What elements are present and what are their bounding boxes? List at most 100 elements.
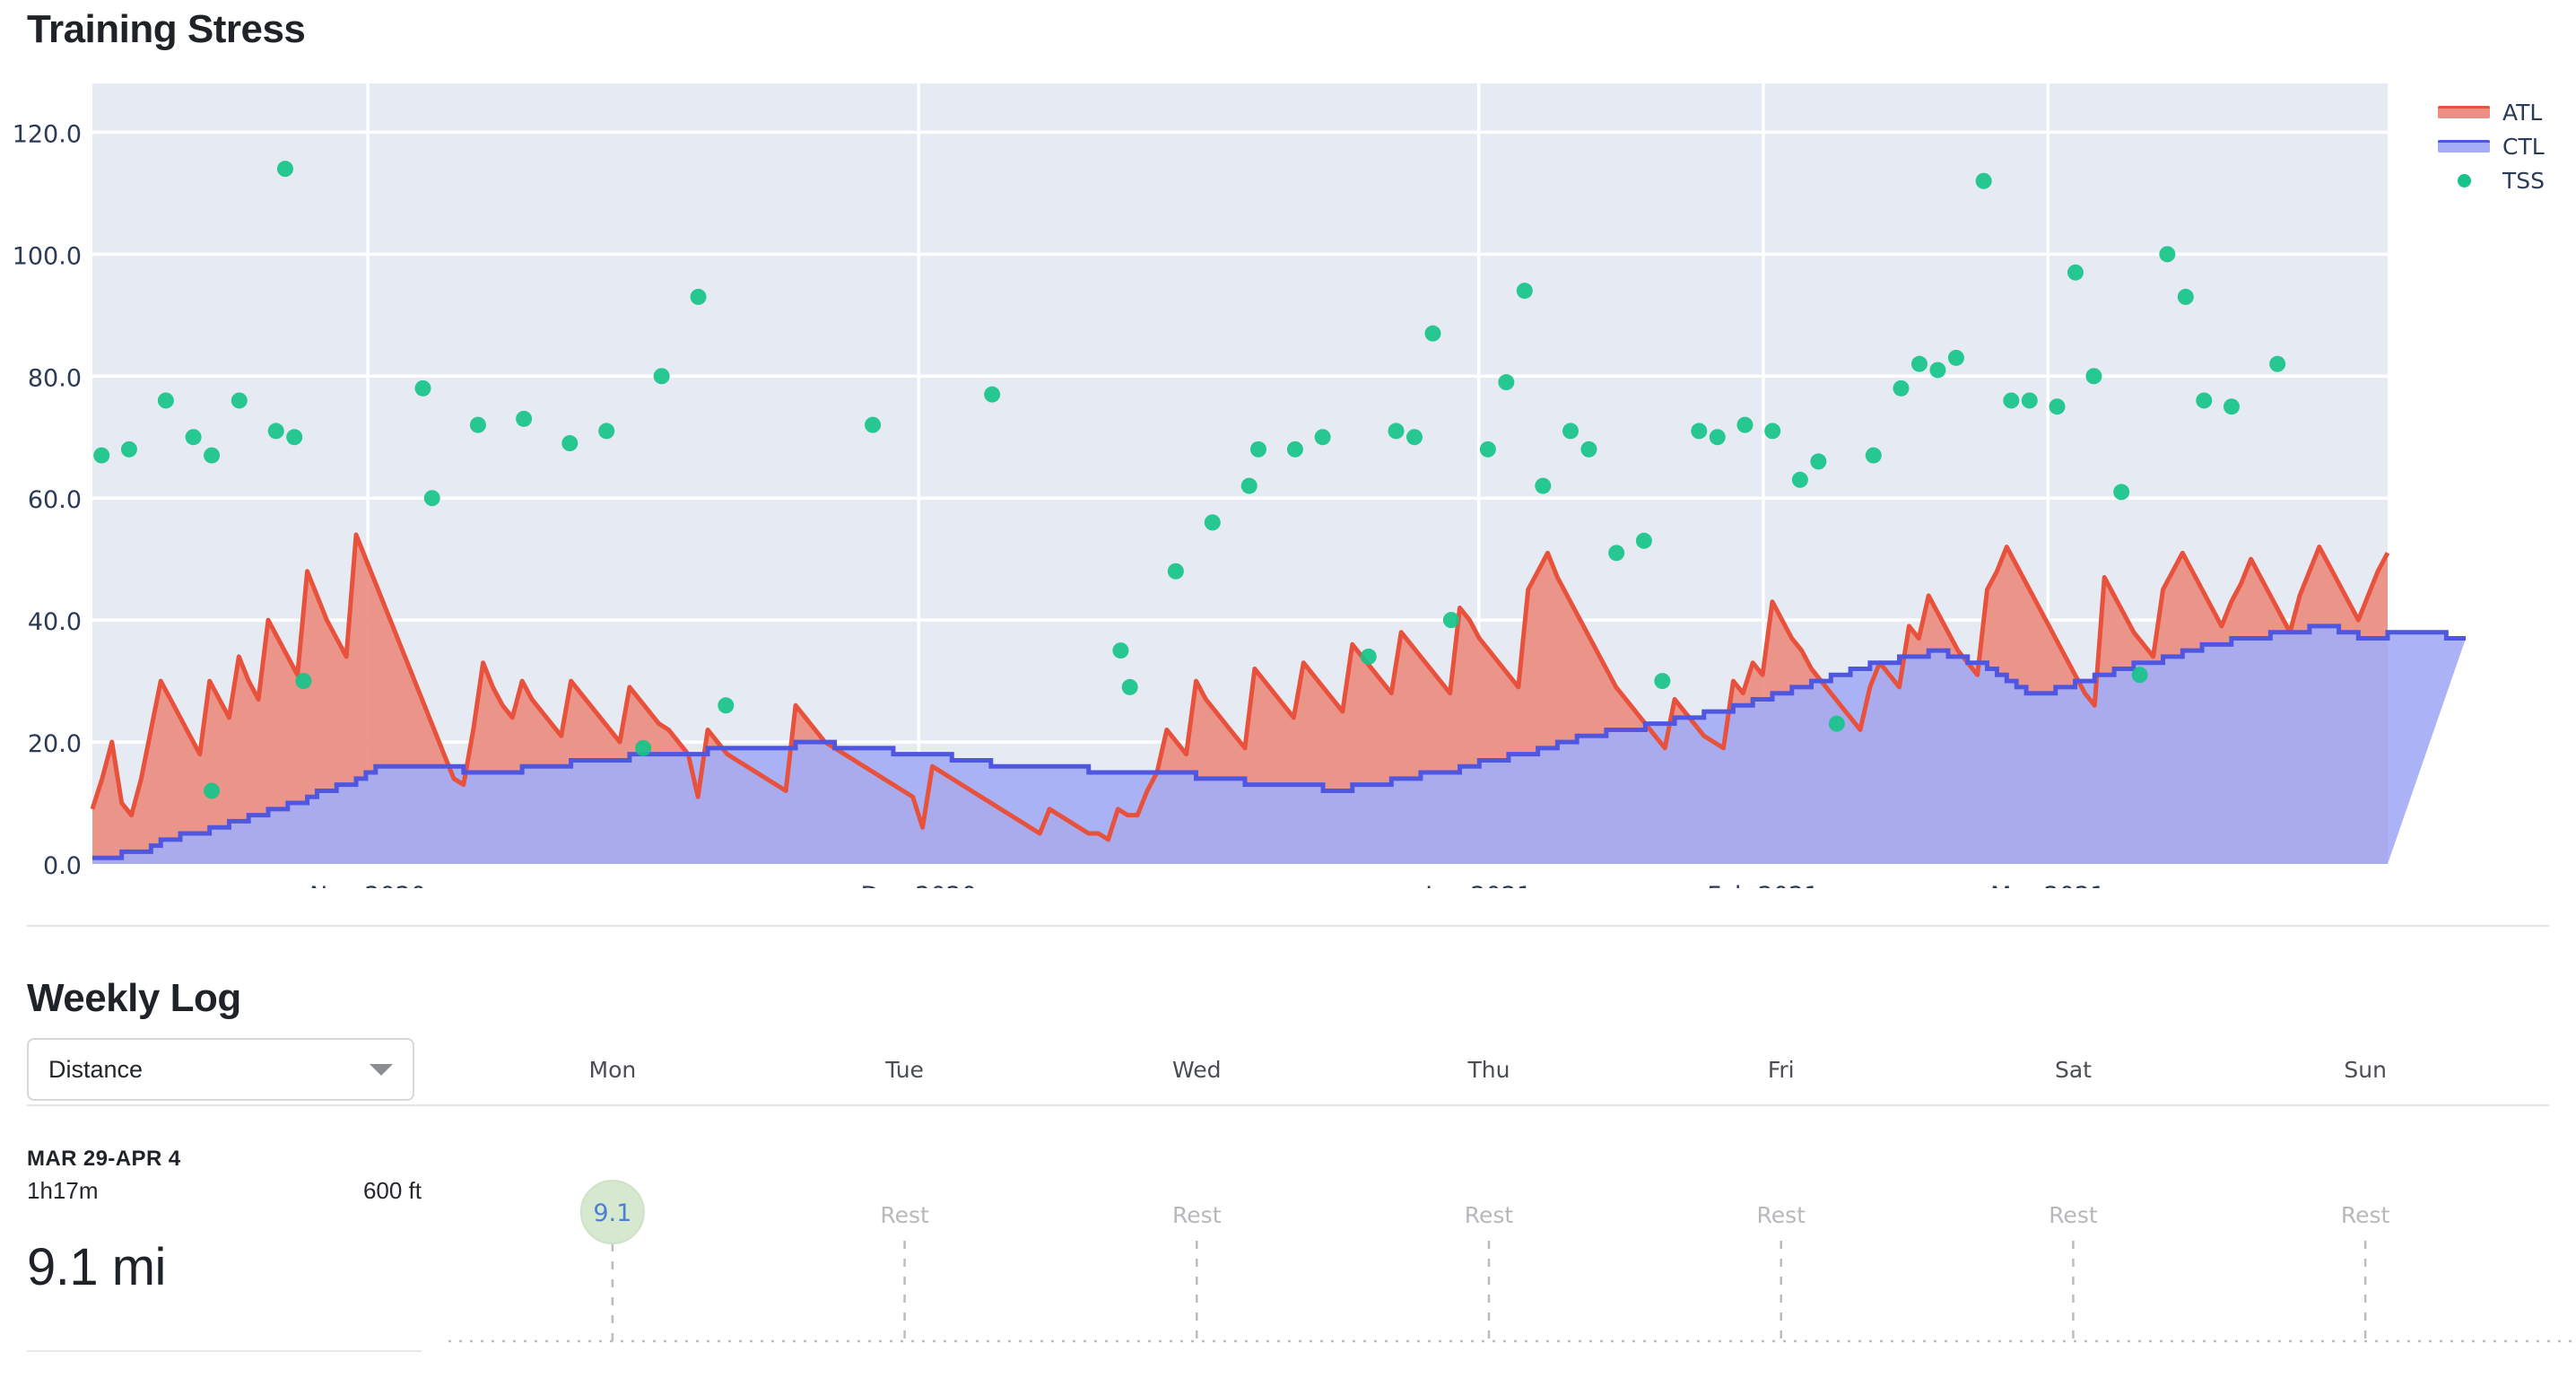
day-header-tue: Tue (885, 1057, 924, 1083)
rest-label: Rest (1465, 1202, 1514, 1228)
tss-point[interactable] (423, 490, 440, 507)
day-header-wed: Wed (1172, 1057, 1222, 1083)
week-elevation: 600 ft (362, 1177, 422, 1204)
tss-point[interactable] (1167, 563, 1184, 580)
y-axis-tick-label: 80.0 (28, 364, 82, 392)
week-duration: 1h17m (27, 1177, 99, 1204)
metric-select-value: Distance (48, 1055, 144, 1083)
x-axis-tick-label: Mar 2021 (1990, 882, 2105, 888)
tss-point[interactable] (1249, 440, 1266, 458)
tss-point[interactable] (1314, 429, 1331, 446)
tss-point[interactable] (414, 379, 431, 397)
tss-point[interactable] (1535, 477, 1552, 494)
tss-point[interactable] (1828, 715, 1845, 732)
tss-point[interactable] (1388, 423, 1405, 440)
tss-point[interactable] (295, 673, 312, 690)
chart-legend: ATL CTL TSS (2438, 95, 2572, 197)
tss-point[interactable] (204, 782, 221, 799)
tss-point[interactable] (1516, 283, 1533, 300)
tss-point[interactable] (653, 368, 670, 385)
rest-label: Rest (2341, 1202, 2390, 1228)
tss-point[interactable] (1654, 673, 1671, 690)
tss-point[interactable] (1442, 612, 1459, 629)
y-axis-tick-label: 60.0 (28, 486, 82, 514)
tss-point[interactable] (1112, 642, 1129, 659)
tss-point[interactable] (2049, 398, 2066, 415)
x-axis-tick-label: Jan 2021 (1423, 882, 1532, 888)
tss-point[interactable] (157, 392, 174, 409)
training-stress-svg: 0.0 20.0 40.0 60.0 80.0 100.0 120.0 Nov 2020 Dec… (13, 83, 2467, 888)
tss-point[interactable] (469, 416, 486, 433)
tss-point[interactable] (1975, 172, 1992, 189)
tss-point[interactable] (2021, 392, 2038, 409)
tss-point[interactable] (865, 416, 882, 433)
tss-point[interactable] (1580, 440, 1597, 458)
tss-point[interactable] (2085, 368, 2102, 385)
tss-point[interactable] (2067, 264, 2084, 281)
tss-point[interactable] (635, 739, 652, 756)
tss-point[interactable] (1360, 648, 1377, 665)
week-date-range: MAR 29-APR 4 (27, 1147, 181, 1171)
tss-point[interactable] (1929, 362, 1946, 379)
tss-point[interactable] (1736, 416, 1754, 433)
tss-point[interactable] (1424, 325, 1441, 342)
tss-point[interactable] (1893, 379, 1910, 397)
tss-point[interactable] (2003, 392, 2020, 409)
legend-item-ctl[interactable]: CTL (2438, 129, 2572, 163)
y-axis-tick-label: 120.0 (13, 120, 82, 148)
tss-point[interactable] (1709, 429, 1726, 446)
tss-point[interactable] (1286, 440, 1303, 458)
tss-point[interactable] (1204, 514, 1221, 531)
tss-point[interactable] (1691, 423, 1708, 440)
tss-point[interactable] (204, 447, 221, 464)
tss-point[interactable] (2196, 392, 2213, 409)
tss-point[interactable] (231, 392, 248, 409)
tss-point[interactable] (598, 423, 615, 440)
tss-point[interactable] (1479, 440, 1496, 458)
tss-point[interactable] (185, 429, 202, 446)
tss-point[interactable] (1240, 477, 1258, 494)
tss-point[interactable] (1764, 423, 1781, 440)
tss-dot-icon (2457, 173, 2471, 188)
legend-item-atl[interactable]: ATL (2438, 95, 2572, 129)
tss-point[interactable] (1562, 423, 1579, 440)
tss-point[interactable] (286, 429, 303, 446)
week-summary: MAR 29-APR 4 1h17m 600 ft 9.1 mi (27, 1147, 422, 1297)
x-axis-tick-label: Nov 2020 (309, 882, 426, 888)
tss-point[interactable] (2159, 246, 2176, 263)
tss-point[interactable] (2131, 667, 2148, 684)
tss-point[interactable] (2113, 484, 2130, 501)
tss-point[interactable] (93, 447, 110, 464)
metric-select[interactable]: Distance (27, 1038, 414, 1101)
tss-point[interactable] (1121, 678, 1138, 695)
ctl-swatch (2438, 140, 2490, 153)
tss-point[interactable] (276, 161, 293, 178)
tss-point[interactable] (1947, 349, 1964, 366)
tss-point[interactable] (2223, 398, 2240, 415)
tss-point[interactable] (984, 386, 1001, 403)
week-row[interactable]: MAR 29-APR 4 1h17m 600 ft 9.1 mi 9.1 Rest… (0, 1124, 2576, 1378)
tss-point[interactable] (1910, 355, 1928, 372)
weekly-log-title: Weekly Log (27, 976, 241, 1020)
tss-point[interactable] (2269, 355, 2286, 372)
tss-point[interactable] (2177, 288, 2194, 305)
tss-point[interactable] (1865, 447, 1882, 464)
tss-point[interactable] (1498, 374, 1515, 391)
day-header-mon: Mon (588, 1057, 637, 1083)
week-day-cells: 9.1 Rest Rest Rest Rest Rest Rest (448, 1124, 2576, 1378)
day-header-row: Mon Tue Wed Thu Fri Sat Sun (466, 1057, 2511, 1093)
tss-point[interactable] (120, 440, 137, 458)
tss-point[interactable] (1405, 429, 1423, 446)
legend-item-tss[interactable]: TSS (2438, 163, 2572, 197)
tss-point[interactable] (561, 435, 579, 452)
day-header-fri: Fri (1767, 1057, 1795, 1083)
tss-point[interactable] (1791, 471, 1808, 488)
atl-swatch (2438, 106, 2490, 118)
tss-point[interactable] (267, 423, 284, 440)
tss-point[interactable] (516, 410, 533, 427)
tss-point[interactable] (718, 697, 735, 714)
tss-point[interactable] (1608, 545, 1625, 562)
tss-point[interactable] (1810, 453, 1827, 470)
tss-point[interactable] (690, 288, 707, 305)
tss-point[interactable] (1635, 532, 1652, 549)
